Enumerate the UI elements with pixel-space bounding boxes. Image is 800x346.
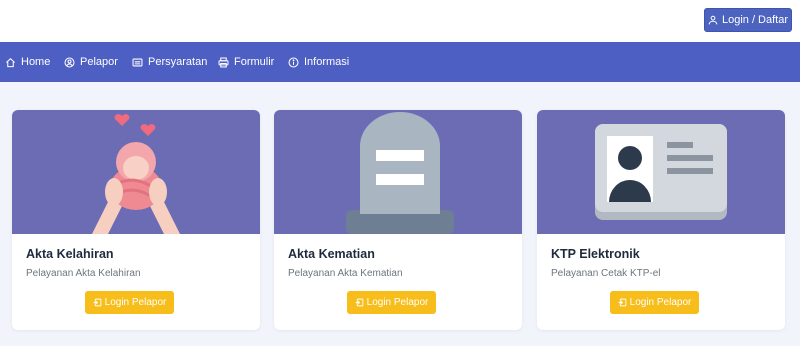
login-register-label: Login / Daftar (721, 14, 789, 26)
card-title: Akta Kematian (288, 247, 375, 261)
id-card-illustration (537, 110, 785, 234)
nav-item-informasi[interactable]: Informasi (288, 42, 349, 82)
card-subtitle: Pelayanan Cetak KTP-el (551, 268, 661, 279)
top-bar: Login / Daftar (0, 0, 800, 42)
login-register-button[interactable]: Login / Daftar (704, 8, 792, 32)
nav-item-label: Formulir (234, 56, 275, 68)
nav-item-label: Informasi (304, 56, 350, 68)
printer-icon (218, 57, 229, 67)
home-icon (6, 57, 15, 67)
nav-item-formulir[interactable]: Formulir (218, 42, 274, 82)
id-card-icon (132, 58, 143, 66)
service-card-akta-kematian: Akta Kematian Pelayanan Akta Kematian Lo… (274, 110, 522, 330)
nav-item-persyaratan[interactable]: Persyaratan (132, 42, 207, 82)
card-title: Akta Kelahiran (26, 247, 114, 261)
card-subtitle: Pelayanan Akta Kelahiran (26, 268, 141, 279)
card-title: KTP Elektronik (551, 247, 640, 261)
user-icon (708, 15, 718, 25)
sign-in-icon (355, 298, 363, 307)
nav-item-label: Home (21, 56, 51, 68)
main-navbar: Home Pelapor Persyaratan Formulir Inform… (0, 42, 800, 82)
user-circle-icon (64, 57, 75, 67)
service-card-ktp-elektronik: KTP Elektronik Pelayanan Cetak KTP-el Lo… (537, 110, 785, 330)
login-pelapor-label: Login Pelapor (366, 297, 429, 308)
login-pelapor-label: Login Pelapor (104, 297, 167, 308)
nav-item-label: Persyaratan (148, 56, 208, 68)
nav-item-home[interactable]: Home (5, 42, 50, 82)
service-card-akta-kelahiran: Akta Kelahiran Pelayanan Akta Kelahiran … (12, 110, 260, 330)
sign-in-icon (618, 298, 626, 307)
login-pelapor-button[interactable]: Login Pelapor (610, 291, 699, 314)
card-subtitle: Pelayanan Akta Kematian (288, 268, 403, 279)
sign-in-icon (93, 298, 101, 307)
login-pelapor-button[interactable]: Login Pelapor (347, 291, 436, 314)
info-icon (288, 57, 299, 67)
baby-in-hands-illustration (12, 110, 260, 234)
gravestone-illustration (274, 110, 522, 234)
nav-item-pelapor[interactable]: Pelapor (64, 42, 118, 82)
login-pelapor-button[interactable]: Login Pelapor (85, 291, 174, 314)
nav-item-label: Pelapor (80, 56, 118, 68)
login-pelapor-label: Login Pelapor (629, 297, 692, 308)
